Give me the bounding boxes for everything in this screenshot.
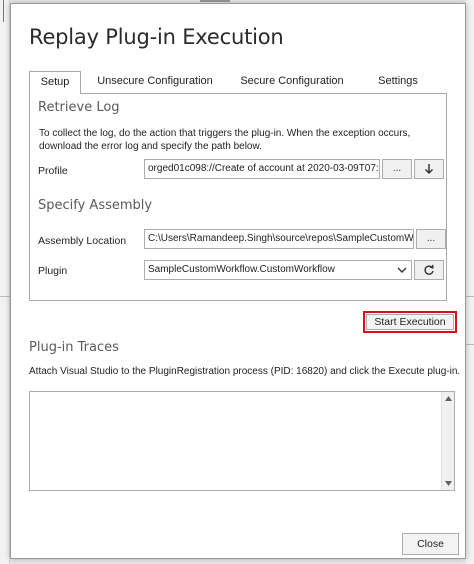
tab-settings[interactable]: Settings	[371, 71, 425, 93]
setup-panel: Retrieve Log To collect the log, do the …	[29, 93, 447, 301]
start-execution-button[interactable]: Start Execution	[363, 311, 457, 333]
scroll-up-icon	[445, 396, 452, 401]
dialog-title: Replay Plug-in Execution	[29, 25, 284, 49]
plugin-traces-description: Attach Visual Studio to the PluginRegist…	[29, 366, 461, 377]
start-execution-label: Start Execution	[366, 314, 454, 330]
assembly-location-label: Assembly Location	[38, 235, 127, 247]
scroll-down-icon	[445, 481, 452, 486]
profile-label: Profile	[38, 165, 68, 177]
download-arrow-icon	[424, 164, 434, 175]
chevron-down-icon	[397, 267, 407, 273]
tab-unsecure-configuration[interactable]: Unsecure Configuration	[93, 71, 217, 93]
plugin-traces-textarea[interactable]	[29, 391, 455, 491]
profile-download-button[interactable]	[414, 159, 444, 179]
traces-scrollbar[interactable]	[441, 392, 454, 490]
replay-plugin-dialog: Replay Plug-in Execution Setup Unsecure …	[10, 3, 466, 559]
tab-setup[interactable]: Setup	[29, 71, 81, 94]
scroll-up-button[interactable]	[442, 392, 455, 405]
background-window-left	[0, 0, 10, 564]
background-window-right	[466, 0, 474, 564]
plugin-select-value: SampleCustomWorkflow.CustomWorkflow	[148, 264, 335, 275]
scroll-down-button[interactable]	[442, 477, 455, 490]
profile-browse-button[interactable]: ...	[382, 159, 412, 179]
plugin-label: Plugin	[38, 265, 68, 277]
retrieve-log-description: To collect the log, do the action that t…	[39, 128, 411, 152]
profile-field[interactable]: orged01c098://Create of account at 2020-…	[144, 159, 380, 179]
assembly-location-field[interactable]: C:\Users\Ramandeep.Singh\source\repos\Sa…	[144, 229, 414, 249]
background-window-top	[200, 0, 230, 2]
retrieve-log-title: Retrieve Log	[38, 100, 120, 115]
tab-strip: Setup Unsecure Configuration Secure Conf…	[29, 71, 447, 94]
plugin-traces-title: Plug-in Traces	[29, 340, 119, 355]
refresh-icon	[424, 264, 434, 275]
assembly-browse-button[interactable]: ...	[416, 229, 446, 249]
plugin-select[interactable]: SampleCustomWorkflow.CustomWorkflow	[144, 260, 412, 280]
specify-assembly-title: Specify Assembly	[38, 198, 153, 213]
plugin-refresh-button[interactable]	[414, 260, 444, 280]
close-button[interactable]: Close	[402, 533, 459, 555]
tab-secure-configuration[interactable]: Secure Configuration	[237, 71, 347, 93]
